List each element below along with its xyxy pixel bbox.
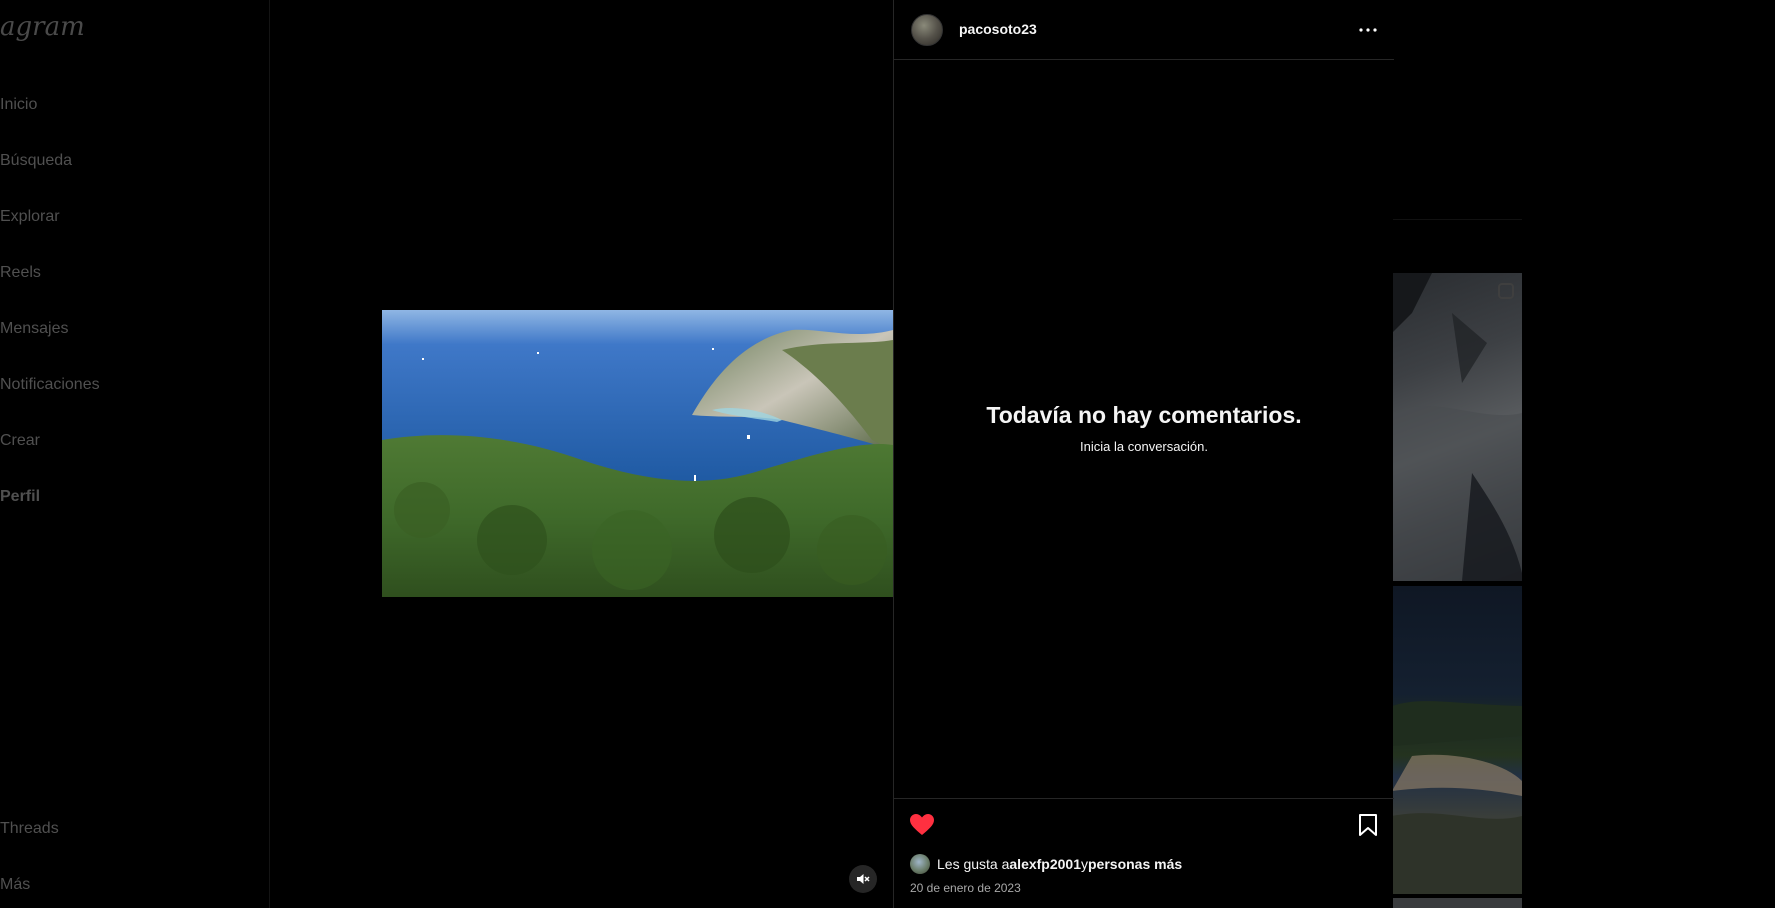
nav-item-home[interactable]: Inicio <box>0 96 37 114</box>
likes-others-link[interactable]: personas más <box>1088 856 1182 872</box>
no-comments-subtitle: Inicia la conversación. <box>1080 439 1208 454</box>
nav-item-threads[interactable]: Threads <box>0 820 59 838</box>
post-media[interactable] <box>382 310 893 597</box>
likes-connector: y <box>1081 856 1088 872</box>
profile-tabs-divider <box>1392 219 1522 220</box>
thumbnail-image <box>1392 273 1522 581</box>
likes-summary: Les gusta a alexfp2001 y personas más <box>910 854 1182 874</box>
no-comments-title: Todavía no hay comentarios. <box>986 402 1302 428</box>
save-button[interactable] <box>1358 813 1382 839</box>
nav-item-search[interactable]: Búsqueda <box>0 152 72 170</box>
post-username[interactable]: pacosoto23 <box>959 21 1037 37</box>
sidebar: agram Inicio Búsqueda Explorar Reels Men… <box>0 0 270 908</box>
nav-item-reels[interactable]: Reels <box>0 264 41 282</box>
profile-grid-thumbnail[interactable] <box>1392 898 1522 908</box>
more-horizontal-icon <box>1359 28 1377 32</box>
nav-item-notifications[interactable]: Notificaciones <box>0 376 100 394</box>
instagram-logo[interactable]: agram <box>0 12 85 42</box>
nav-item-explore[interactable]: Explorar <box>0 208 60 226</box>
nav-item-create[interactable]: Crear <box>0 432 40 450</box>
speaker-muted-icon <box>857 874 870 884</box>
post-details-panel: pacosoto23 Todavía no hay comentarios. I… <box>893 0 1394 908</box>
liker-username[interactable]: alexfp2001 <box>1009 856 1081 872</box>
heart-filled-icon <box>910 814 934 835</box>
bookmark-icon <box>1359 814 1377 836</box>
liker-avatar[interactable] <box>910 854 930 874</box>
thumbnail-image <box>1392 701 1522 894</box>
nav-item-messages[interactable]: Mensajes <box>0 320 68 338</box>
post-header: pacosoto23 <box>894 0 1394 60</box>
avatar[interactable] <box>911 14 943 46</box>
nav-item-profile[interactable]: Perfil <box>0 488 40 506</box>
reel-icon <box>1498 283 1514 299</box>
post-date[interactable]: 20 de enero de 2023 <box>910 881 1021 895</box>
like-button[interactable] <box>909 813 935 839</box>
mute-button[interactable] <box>849 865 877 893</box>
profile-grid-thumbnail[interactable] <box>1392 586 1522 894</box>
nav-item-more[interactable]: Más <box>0 876 30 894</box>
landscape-image <box>382 310 893 597</box>
more-options-button[interactable] <box>1356 18 1380 42</box>
likes-prefix: Les gusta a <box>937 856 1010 872</box>
profile-grid-thumbnail[interactable] <box>1392 273 1522 581</box>
